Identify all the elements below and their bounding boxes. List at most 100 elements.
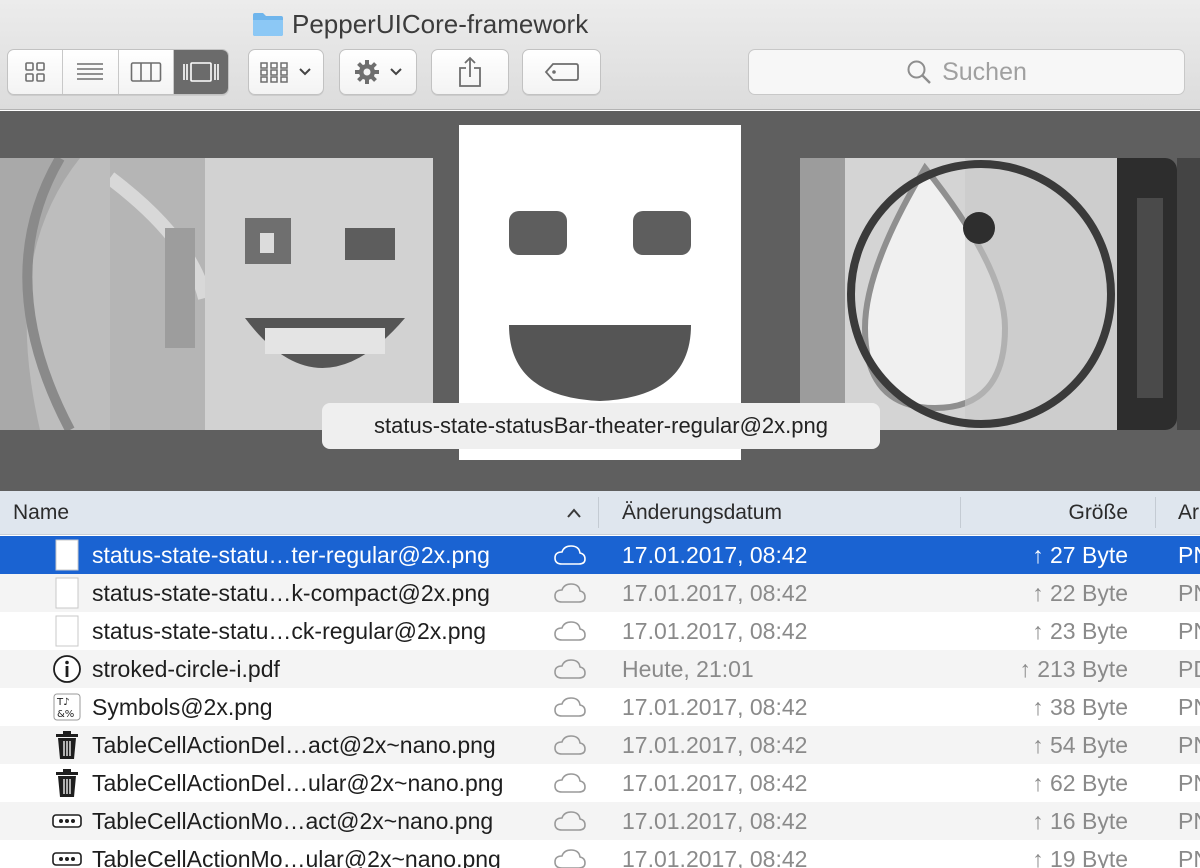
icon-view-button[interactable] — [8, 50, 64, 94]
window-toolbar: PepperUICore-framework Suchen — [0, 0, 1200, 110]
column-header-size[interactable]: Größe — [1068, 491, 1128, 534]
png-file-icon — [50, 612, 84, 650]
column-header-kind[interactable]: Ar — [1178, 491, 1199, 534]
file-date: 17.01.2017, 08:42 — [622, 579, 808, 606]
cloud-icon — [552, 612, 588, 650]
search-icon — [907, 60, 931, 84]
cloud-icon — [552, 802, 588, 840]
file-name: TableCellActionDel…ular@2x~nano.png — [92, 769, 504, 796]
search-field[interactable]: Suchen — [748, 49, 1185, 95]
cloud-icon — [552, 574, 588, 612]
share-icon — [459, 56, 481, 87]
file-kind: PN — [1178, 845, 1200, 868]
cover-flow-caption: status-state-statusBar-theater-regular@2… — [322, 403, 880, 449]
file-name: status-state-statu…ck-regular@2x.png — [92, 617, 487, 644]
file-size: ↑ 213 Byte — [1019, 655, 1128, 682]
cover-preview-right-1[interactable] — [845, 158, 1117, 430]
svg-text:&%: &% — [57, 709, 74, 720]
cover-preview-left-1[interactable] — [205, 158, 433, 430]
search-placeholder: Suchen — [942, 57, 1027, 86]
trash-icon — [50, 726, 84, 764]
png-file-icon — [50, 574, 84, 612]
column-view-button[interactable] — [119, 50, 174, 94]
cover-preview-left-3[interactable] — [0, 158, 110, 430]
arrange-button[interactable] — [248, 49, 324, 95]
file-date: 17.01.2017, 08:42 — [622, 731, 808, 758]
column-header-name[interactable]: Name — [13, 491, 69, 534]
file-name: stroked-circle-i.pdf — [92, 655, 280, 682]
tag-button[interactable] — [522, 49, 601, 95]
file-kind: PN — [1178, 769, 1200, 796]
file-name: TableCellActionDel…act@2x~nano.png — [92, 731, 496, 758]
tag-icon — [544, 63, 579, 81]
info-circle-icon — [50, 650, 84, 688]
file-date: 17.01.2017, 08:42 — [622, 693, 808, 720]
file-row[interactable]: TableCellActionMo…act@2x~nano.png 17.01.… — [0, 802, 1200, 840]
list-view-icon — [77, 63, 104, 80]
file-row[interactable]: TableCellActionDel…act@2x~nano.png 17.01… — [0, 726, 1200, 764]
column-view-icon — [130, 62, 161, 82]
cloud-icon — [552, 536, 588, 574]
file-size: ↑ 62 Byte — [1032, 769, 1128, 796]
ellipsis-icon — [50, 802, 84, 840]
file-date: Heute, 21:01 — [622, 655, 754, 682]
file-kind: PN — [1178, 579, 1200, 606]
share-button[interactable] — [431, 49, 509, 95]
file-row[interactable]: TableCellActionDel…ular@2x~nano.png 17.0… — [0, 764, 1200, 802]
file-row[interactable]: status-state-statu…ck-regular@2x.png 17.… — [0, 612, 1200, 650]
file-row[interactable]: status-state-statu…ter-regular@2x.png 17… — [0, 536, 1200, 574]
cover-preview-right-3[interactable] — [1177, 158, 1200, 430]
file-date: 17.01.2017, 08:42 — [622, 541, 808, 568]
list-view-button[interactable] — [63, 50, 119, 94]
file-row[interactable]: stroked-circle-i.pdf Heute, 21:01 ↑ 213 … — [0, 650, 1200, 688]
file-size: ↑ 19 Byte — [1032, 845, 1128, 868]
file-size: ↑ 23 Byte — [1032, 617, 1128, 644]
file-date: 17.01.2017, 08:42 — [622, 807, 808, 834]
action-button[interactable] — [339, 49, 417, 95]
cover-preview-right-0[interactable] — [800, 158, 845, 430]
trash-icon — [50, 764, 84, 802]
cloud-icon — [552, 650, 588, 688]
file-size: ↑ 22 Byte — [1032, 579, 1128, 606]
folder-icon — [253, 13, 283, 36]
list-header: Name Änderungsdatum Größe Ar — [0, 491, 1200, 535]
file-row[interactable]: TableCellActionMo…ular@2x~nano.png 17.01… — [0, 840, 1200, 868]
file-name: status-state-statu…ter-regular@2x.png — [92, 541, 490, 568]
file-name: TableCellActionMo…act@2x~nano.png — [92, 807, 494, 834]
column-divider[interactable] — [598, 497, 599, 528]
png-file-icon — [50, 536, 84, 574]
ellipsis-icon — [50, 840, 84, 868]
file-list: status-state-statu…ter-regular@2x.png 17… — [0, 536, 1200, 868]
file-size: ↑ 16 Byte — [1032, 807, 1128, 834]
cover-preview-right-2[interactable] — [1117, 158, 1177, 430]
file-size: ↑ 27 Byte — [1032, 541, 1128, 568]
file-date: 17.01.2017, 08:42 — [622, 845, 808, 868]
column-divider[interactable] — [960, 497, 961, 528]
cloud-icon — [552, 688, 588, 726]
file-name: TableCellActionMo…ular@2x~nano.png — [92, 845, 501, 868]
view-mode-control — [7, 49, 229, 95]
symbols-icon: T♪ &% — [50, 688, 84, 726]
column-header-date[interactable]: Änderungsdatum — [622, 491, 782, 534]
file-date: 17.01.2017, 08:42 — [622, 769, 808, 796]
file-name: Symbols@2x.png — [92, 693, 273, 720]
window-title: PepperUICore-framework — [252, 7, 588, 41]
file-kind: PN — [1178, 541, 1200, 568]
column-divider[interactable] — [1155, 497, 1156, 528]
window-title-text: PepperUICore-framework — [292, 8, 589, 39]
file-row[interactable]: status-state-statu…k-compact@2x.png 17.0… — [0, 574, 1200, 612]
file-name: status-state-statu…k-compact@2x.png — [92, 579, 490, 606]
cloud-icon — [552, 726, 588, 764]
file-kind: PN — [1178, 807, 1200, 834]
cover-preview-left-2[interactable] — [110, 158, 205, 430]
file-kind: PD — [1178, 655, 1200, 682]
file-row[interactable]: T♪ &% Symbols@2x.png 17.01.2017, 08:42 ↑… — [0, 688, 1200, 726]
gear-icon — [355, 60, 379, 84]
chevron-up-icon[interactable] — [566, 506, 582, 520]
file-date: 17.01.2017, 08:42 — [622, 617, 808, 644]
cloud-icon — [552, 840, 588, 868]
cover-flow-view-button[interactable] — [173, 50, 228, 94]
chevron-down-icon — [299, 68, 311, 76]
cover-flow-view-icon — [183, 62, 219, 82]
svg-text:T♪: T♪ — [56, 697, 70, 708]
